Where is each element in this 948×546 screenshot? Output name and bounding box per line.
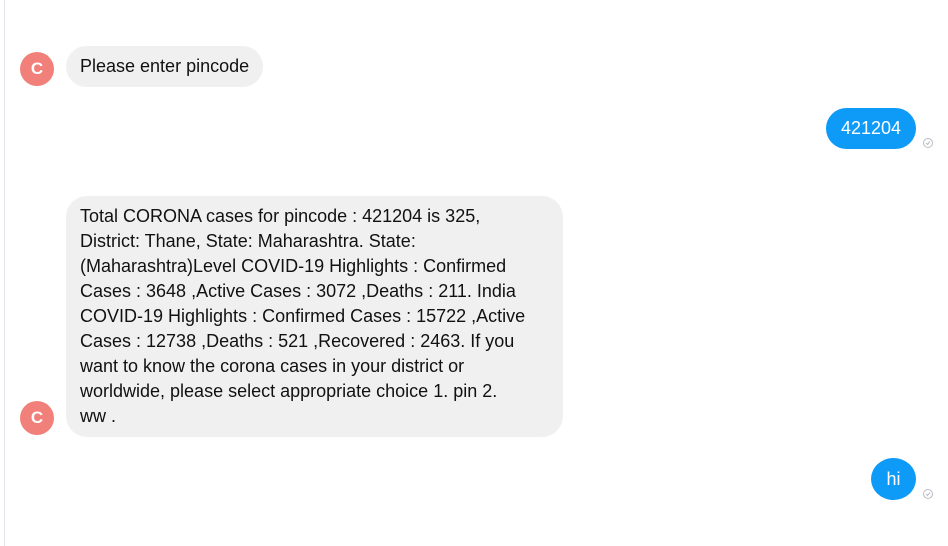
panel-divider	[4, 0, 5, 546]
message-line: District: Thane, State: Maharashtra. Sta…	[80, 231, 416, 251]
message-line: (Maharashtra)Level COVID-19 Highlights :…	[80, 256, 507, 276]
chat-thread: C Please enter pincode 421204 C Total CO…	[0, 0, 948, 546]
message-line: want to know the corona cases in your di…	[80, 356, 465, 376]
sent-check-icon	[923, 489, 933, 499]
message-line: worldwide, please select appropriate cho…	[80, 381, 498, 401]
bot-avatar[interactable]: C	[20, 52, 54, 86]
bot-avatar[interactable]: C	[20, 401, 54, 435]
message-line: Cases : 3648 ,Active Cases : 3072 ,Death…	[80, 281, 516, 301]
message-line: Cases : 12738 ,Deaths : 521 ,Recovered :…	[80, 331, 515, 351]
incoming-message-bubble: Please enter pincode	[66, 46, 264, 87]
message-line: COVID-19 Highlights : Confirmed Cases : …	[80, 306, 526, 326]
incoming-message-bubble: Total CORONA cases for pincode : 421204 …	[66, 196, 563, 437]
sent-check-icon	[923, 138, 933, 148]
outgoing-message-bubble: 421204	[826, 108, 916, 149]
message-line: ww .	[80, 406, 116, 426]
outgoing-message-bubble: hi	[871, 458, 916, 500]
message-line: Total CORONA cases for pincode : 421204 …	[80, 206, 481, 226]
